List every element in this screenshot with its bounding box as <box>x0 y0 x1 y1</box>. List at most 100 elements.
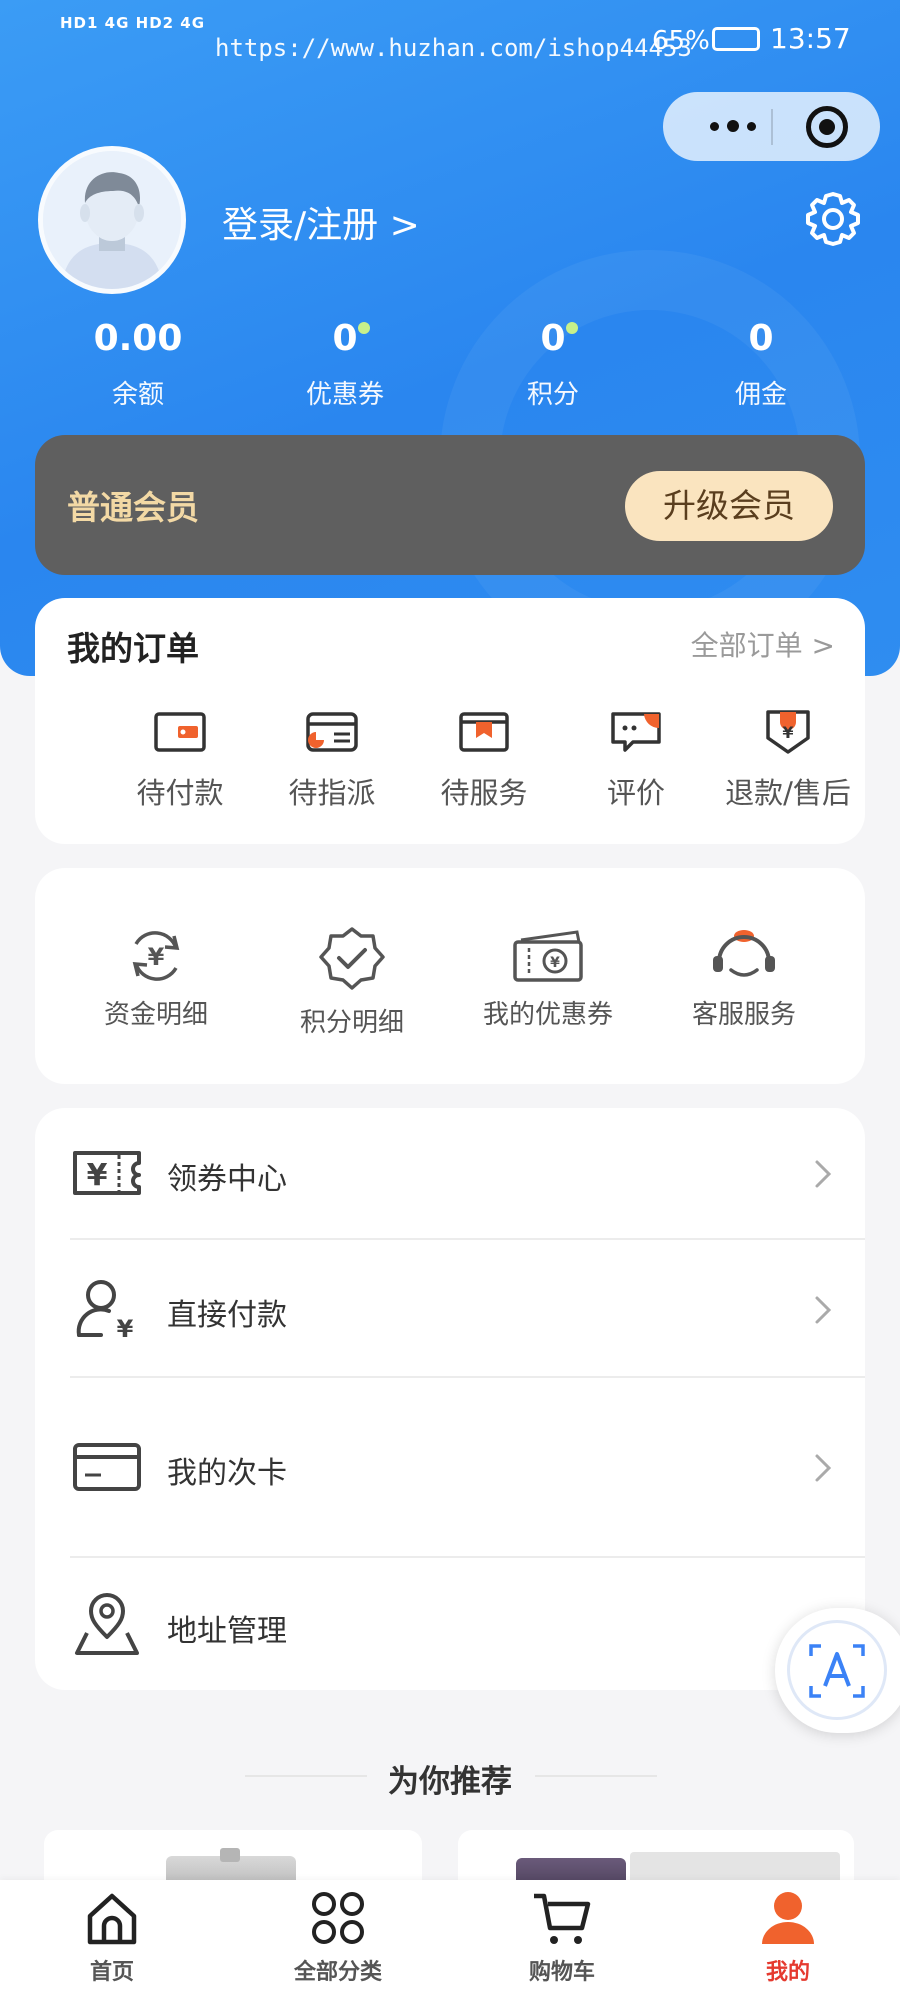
points-value: 0 <box>540 318 566 359</box>
member-level: 普通会员 <box>67 488 199 527</box>
tool-funds-detail[interactable]: ¥ 资金明细 <box>61 926 251 1031</box>
product-image-knob <box>220 1848 240 1862</box>
all-orders-link[interactable]: 全部订单 > <box>691 624 835 664</box>
menu-address[interactable]: 地址管理 <box>35 1560 865 1690</box>
recommend-title: 为你推荐 <box>388 1764 512 1800</box>
cart-icon <box>534 1893 591 1944</box>
notification-dot <box>358 322 370 334</box>
user-pay-icon: ¥ <box>76 1280 134 1341</box>
menu-divider <box>70 1376 865 1378</box>
avatar[interactable] <box>38 146 186 294</box>
order-pending-payment[interactable]: 待付款 <box>95 708 265 812</box>
miniprogram-capsule <box>663 92 880 161</box>
bottom-tab-bar: 首页 全部分类 购物车 我的 <box>0 1880 900 2000</box>
profile-icon <box>762 1892 814 1944</box>
tab-label: 首页 <box>89 1960 134 1985</box>
coupons-value: 0 <box>332 318 358 359</box>
tab-categories[interactable]: 全部分类 <box>248 1886 428 1986</box>
stat-commission[interactable]: 0 佣金 <box>661 318 861 411</box>
close-target-icon[interactable] <box>806 106 848 148</box>
tool-label: 我的优惠券 <box>482 1000 613 1030</box>
stat-coupons[interactable]: 0 优惠券 <box>245 318 445 411</box>
tool-label: 积分明细 <box>299 1008 404 1038</box>
wallet-icon <box>154 712 206 752</box>
category-icon <box>312 1892 364 1944</box>
order-review[interactable]: 评价 <box>551 708 721 812</box>
coupons-label: 优惠券 <box>305 380 384 410</box>
chevron-right-icon <box>815 1160 832 1188</box>
battery-icon <box>712 27 760 51</box>
menu-label: 领券中心 <box>167 1162 287 1197</box>
order-item-label: 评价 <box>606 776 665 810</box>
menu-divider <box>70 1556 865 1558</box>
user-avatar-icon <box>43 151 181 289</box>
svg-text:¥: ¥ <box>148 943 165 971</box>
status-bar: HD1 4G HD2 4G https://www.huzhan.com/ish… <box>0 0 900 80</box>
box-icon <box>459 712 509 752</box>
tab-label: 购物车 <box>528 1960 595 1985</box>
order-pending-assign[interactable]: 待指派 <box>247 708 417 812</box>
membership-banner: 普通会员 升级会员 <box>35 435 865 575</box>
upgrade-member-button[interactable]: 升级会员 <box>625 471 833 541</box>
menu-direct-pay[interactable]: ¥ 直接付款 <box>35 1244 865 1374</box>
svg-text:¥: ¥ <box>87 1158 108 1193</box>
menu-list: ¥ 领券中心 ¥ 直接付款 我的次卡 地址管理 <box>35 1108 865 1690</box>
balance-label: 余额 <box>111 380 164 410</box>
card-icon <box>306 712 358 752</box>
tab-label: 我的 <box>765 1960 810 1985</box>
order-item-label: 待指派 <box>288 776 376 810</box>
notification-dot <box>566 322 578 334</box>
tool-points-detail[interactable]: 积分明细 <box>257 924 447 1039</box>
orders-card: 我的订单 全部订单 > 待付款 待指派 待服务 评价 ¥ 退款/售后 <box>35 598 865 844</box>
order-pending-service[interactable]: 待服务 <box>399 708 569 812</box>
svg-text:¥: ¥ <box>550 955 560 971</box>
clock: 13:57 <box>770 22 851 55</box>
tool-my-coupons[interactable]: ¥ 我的优惠券 <box>453 926 643 1031</box>
more-icon[interactable] <box>693 102 773 150</box>
battery-percent: 65% <box>652 26 710 56</box>
tool-customer-service[interactable]: 客服服务 <box>649 926 839 1031</box>
tab-profile[interactable]: 我的 <box>698 1886 878 1986</box>
network-indicator: HD1 4G HD2 4G <box>60 14 206 32</box>
orders-title: 我的订单 <box>67 629 199 668</box>
home-icon <box>87 1893 137 1945</box>
menu-coupon-center[interactable]: ¥ 领券中心 <box>35 1108 865 1238</box>
order-item-label: 待付款 <box>136 776 224 810</box>
tool-label: 资金明细 <box>103 1000 208 1030</box>
tab-label: 全部分类 <box>293 1960 382 1985</box>
translate-icon <box>809 1644 865 1698</box>
menu-label: 我的次卡 <box>167 1456 287 1491</box>
tab-home[interactable]: 首页 <box>22 1886 202 1986</box>
chevron-right-icon <box>815 1296 832 1324</box>
coupon-icon: ¥ <box>73 1151 141 1195</box>
svg-text:¥: ¥ <box>117 1315 134 1341</box>
menu-divider <box>70 1238 865 1240</box>
watermark-url: https://www.huzhan.com/ishop44453 <box>215 34 692 62</box>
commission-label: 佣金 <box>734 380 787 410</box>
menu-label: 地址管理 <box>167 1614 287 1649</box>
settings-gear-icon[interactable] <box>802 188 864 250</box>
menu-my-card[interactable]: 我的次卡 <box>35 1402 865 1532</box>
stat-points[interactable]: 0 积分 <box>453 318 653 411</box>
points-label: 积分 <box>526 380 579 410</box>
map-pin-icon <box>75 1593 139 1655</box>
comment-icon <box>611 712 661 752</box>
customer-service-icon <box>713 930 775 977</box>
menu-label: 直接付款 <box>167 1298 287 1333</box>
capsule-divider <box>771 109 773 145</box>
order-refund-aftersale[interactable]: ¥ 退款/售后 <box>703 708 873 812</box>
tab-cart[interactable]: 购物车 <box>472 1886 652 1986</box>
bank-card-icon <box>73 1443 141 1491</box>
tool-label: 客服服务 <box>691 1000 796 1030</box>
recommend-line-right <box>535 1775 657 1777</box>
funds-icon: ¥ <box>132 931 180 981</box>
floating-translate-button[interactable] <box>775 1608 900 1733</box>
login-register-link[interactable]: 登录/注册 > <box>222 196 420 248</box>
svg-text:¥: ¥ <box>782 723 793 742</box>
commission-value: 0 <box>748 318 774 359</box>
stat-balance[interactable]: 0.00 余额 <box>38 318 238 411</box>
badge-check-icon <box>319 927 385 990</box>
ticket-icon: ¥ <box>513 930 583 982</box>
order-item-label: 待服务 <box>440 776 528 810</box>
order-item-label: 退款/售后 <box>725 776 851 810</box>
